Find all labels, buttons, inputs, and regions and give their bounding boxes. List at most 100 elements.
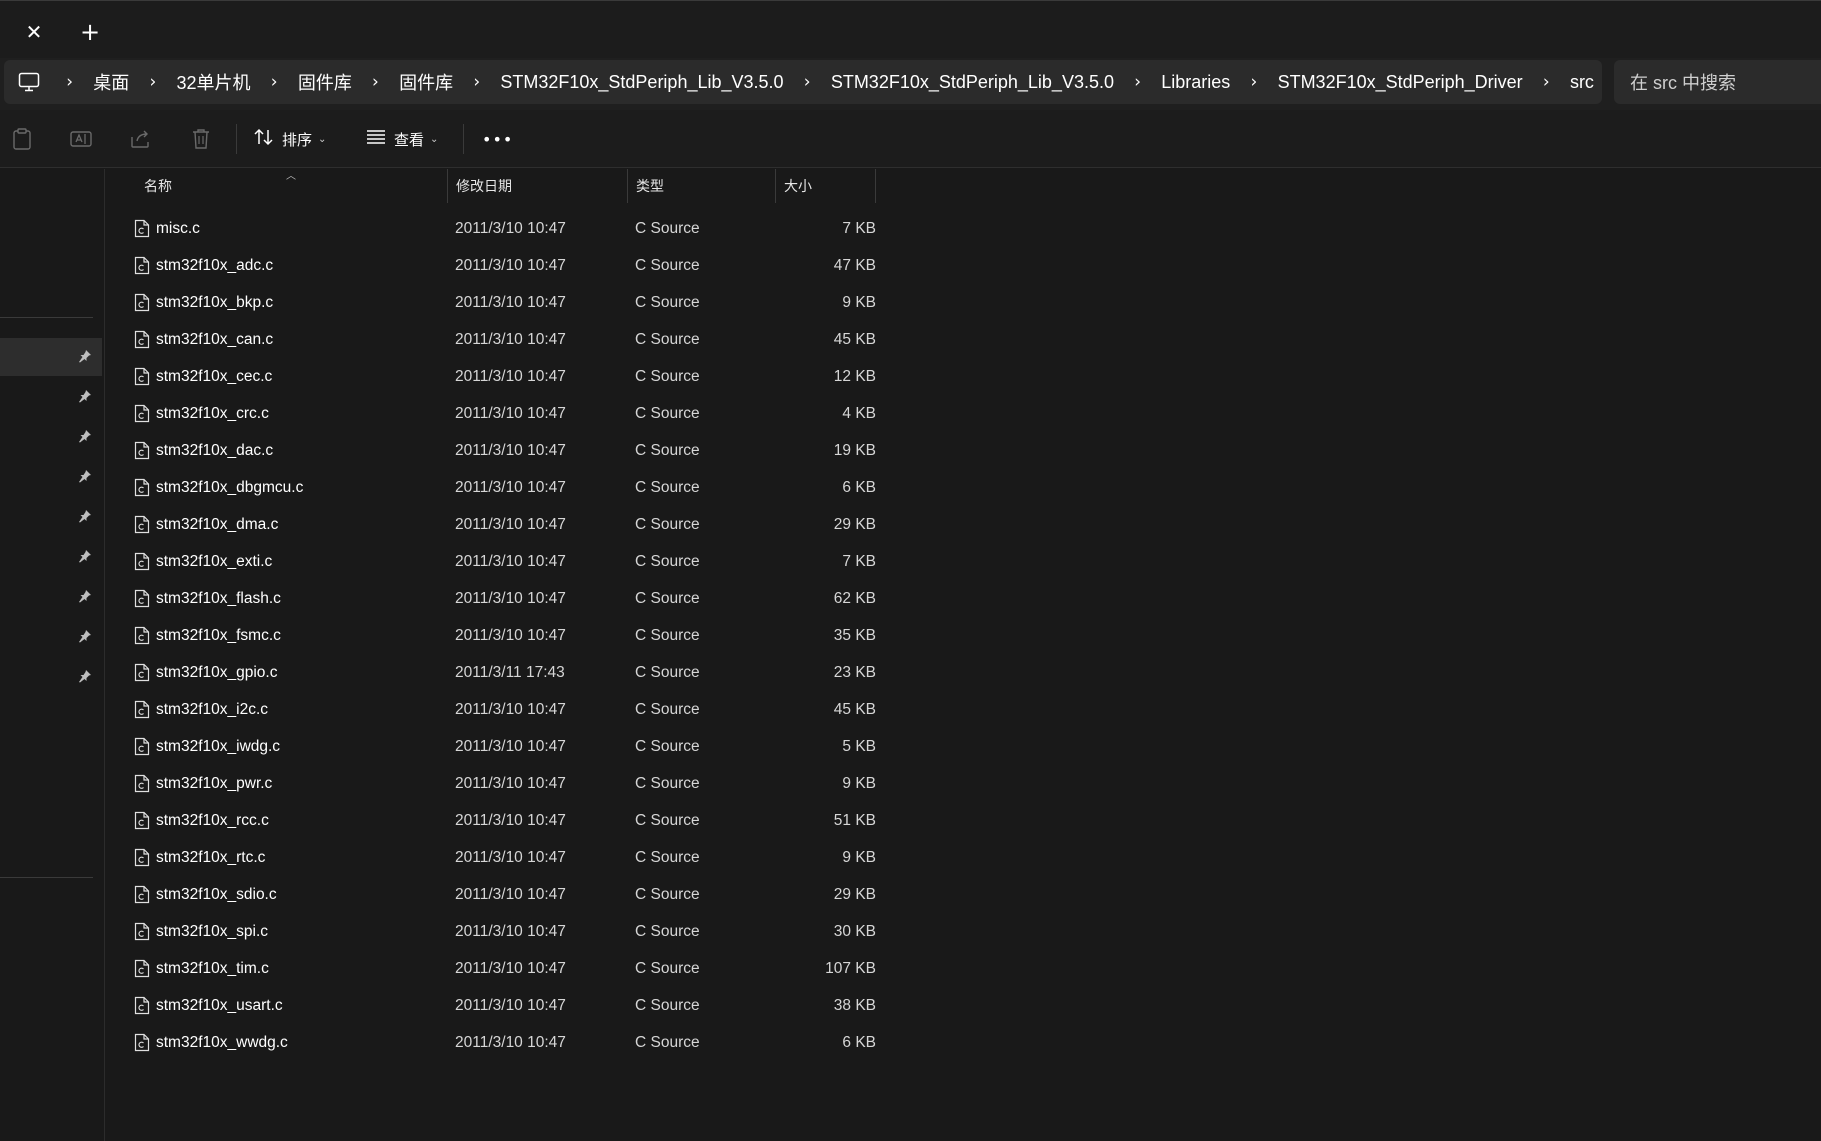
pin-icon[interactable] (78, 468, 94, 484)
breadcrumb-item[interactable]: STM32F10x_StdPeriph_Lib_V3.5.0 (823, 72, 1122, 93)
quick-access-item[interactable] (0, 578, 102, 616)
c-source-file-icon (134, 959, 150, 978)
c-source-file-icon (134, 589, 150, 608)
file-size: 35 KB (833, 626, 876, 644)
chevron-right-icon[interactable]: › (1250, 72, 1258, 92)
quick-access-item[interactable] (0, 538, 102, 576)
file-modified-date: 2011/3/10 10:47 (455, 811, 566, 829)
file-type: C Source (635, 330, 700, 348)
file-row[interactable]: stm32f10x_tim.c 2011/3/10 10:47 C Source 10… (126, 950, 886, 987)
pin-icon[interactable] (78, 588, 94, 604)
chevron-right-icon[interactable]: › (66, 72, 73, 92)
file-row[interactable]: stm32f10x_rcc.c 2011/3/10 10:47 C Source 51… (126, 802, 886, 839)
paste-icon[interactable] (5, 122, 39, 156)
quick-access-item[interactable] (0, 338, 102, 376)
file-row[interactable]: stm32f10x_usart.c 2011/3/10 10:47 C Source… (126, 987, 886, 1024)
breadcrumb[interactable]: › 桌面 › 32单片机 › 固件库 › 固件库 › STM32F10x_Std… (4, 60, 1602, 104)
file-row[interactable]: stm32f10x_rtc.c 2011/3/10 10:47 C Source 9 … (126, 839, 886, 876)
quick-access-item[interactable] (0, 498, 102, 536)
pin-icon[interactable] (78, 628, 94, 644)
file-row[interactable]: stm32f10x_dbgmcu.c 2011/3/10 10:47 C Sourc… (126, 469, 886, 506)
breadcrumb-item-current[interactable]: src (1562, 72, 1602, 93)
file-name: stm32f10x_usart.c (156, 996, 283, 1014)
file-row[interactable]: stm32f10x_bkp.c 2011/3/10 10:47 C Source 9 … (126, 284, 886, 321)
c-source-file-icon (134, 330, 150, 349)
file-name: stm32f10x_exti.c (156, 552, 273, 570)
view-button[interactable]: 查看 ⌄ (366, 122, 438, 156)
file-row[interactable]: misc.c 2011/3/10 10:47 C Source 7 KB (126, 210, 886, 247)
pin-icon[interactable] (78, 668, 94, 684)
file-name: stm32f10x_tim.c (156, 959, 269, 977)
pin-icon[interactable] (78, 348, 94, 364)
column-header-size[interactable]: 大小 (776, 169, 876, 203)
quick-access-item[interactable] (0, 458, 102, 496)
file-row[interactable]: stm32f10x_can.c 2011/3/10 10:47 C Source 45… (126, 321, 886, 358)
chevron-right-icon[interactable]: › (473, 72, 480, 92)
file-row[interactable]: stm32f10x_flash.c 2011/3/10 10:47 C Source… (126, 580, 886, 617)
more-options-button[interactable]: ••• (482, 122, 513, 156)
column-header-name[interactable]: 名称 ︿ (106, 169, 448, 203)
file-row[interactable]: stm32f10x_fsmc.c 2011/3/10 10:47 C Source 3… (126, 617, 886, 654)
column-header-type[interactable]: 类型 (628, 169, 776, 203)
file-row[interactable]: stm32f10x_i2c.c 2011/3/10 10:47 C Source 45… (126, 691, 886, 728)
file-row[interactable]: stm32f10x_wwdg.c 2011/3/10 10:47 C Source 6… (126, 1024, 886, 1061)
file-row[interactable]: stm32f10x_cec.c 2011/3/10 10:47 C Source 12… (126, 358, 886, 395)
chevron-right-icon[interactable]: › (804, 72, 811, 92)
c-source-file-icon (134, 552, 150, 571)
pin-icon[interactable] (78, 388, 94, 404)
file-type: C Source (635, 1033, 700, 1051)
file-size: 51 KB (833, 811, 876, 829)
file-modified-date: 2011/3/10 10:47 (455, 626, 566, 644)
computer-icon[interactable] (18, 67, 40, 97)
share-icon[interactable] (124, 122, 158, 156)
rename-icon[interactable] (64, 122, 98, 156)
breadcrumb-item[interactable]: 桌面 (85, 69, 137, 95)
breadcrumb-item[interactable]: STM32F10x_StdPeriph_Lib_V3.5.0 (492, 72, 791, 93)
quick-access-item[interactable] (0, 418, 102, 456)
file-name: misc.c (156, 219, 200, 237)
file-modified-date: 2011/3/10 10:47 (455, 330, 566, 348)
file-row[interactable]: stm32f10x_dma.c 2011/3/10 10:47 C Source 29… (126, 506, 886, 543)
c-source-file-icon (134, 293, 150, 312)
file-row[interactable]: stm32f10x_exti.c 2011/3/10 10:47 C Source 7… (126, 543, 886, 580)
chevron-right-icon[interactable]: › (149, 72, 156, 92)
quick-access-item[interactable] (0, 658, 102, 696)
file-row[interactable]: stm32f10x_sdio.c 2011/3/10 10:47 C Source 2… (126, 876, 886, 913)
delete-icon[interactable] (184, 122, 218, 156)
breadcrumb-item[interactable]: 固件库 (290, 69, 360, 95)
file-row[interactable]: stm32f10x_pwr.c 2011/3/10 10:47 C Source 9 … (126, 765, 886, 802)
chevron-right-icon[interactable]: › (1134, 72, 1141, 92)
new-tab-button[interactable]: + (70, 15, 110, 49)
pin-icon[interactable] (78, 508, 94, 524)
file-row[interactable]: stm32f10x_dac.c 2011/3/10 10:47 C Source 19… (126, 432, 886, 469)
file-size: 9 KB (842, 774, 876, 792)
quick-access-item[interactable] (0, 378, 102, 416)
c-source-file-icon (134, 256, 150, 275)
search-input[interactable]: 在 src 中搜索 (1614, 60, 1821, 104)
file-name: stm32f10x_i2c.c (156, 700, 268, 718)
file-modified-date: 2011/3/10 10:47 (455, 700, 566, 718)
file-row[interactable]: stm32f10x_spi.c 2011/3/10 10:47 C Source 30… (126, 913, 886, 950)
pin-icon[interactable] (78, 548, 94, 564)
file-row[interactable]: stm32f10x_gpio.c 2011/3/11 17:43 C Source 2… (126, 654, 886, 691)
file-type: C Source (635, 219, 700, 237)
breadcrumb-item[interactable]: STM32F10x_StdPeriph_Driver (1270, 72, 1531, 93)
close-tab-icon[interactable]: ✕ (14, 15, 54, 49)
sort-button[interactable]: 排序 ⌄ (254, 122, 326, 156)
chevron-right-icon[interactable]: › (271, 72, 278, 92)
file-modified-date: 2011/3/10 10:47 (455, 885, 566, 903)
chevron-right-icon[interactable]: › (1543, 72, 1550, 92)
file-row[interactable]: stm32f10x_iwdg.c 2011/3/10 10:47 C Source 5… (126, 728, 886, 765)
file-row[interactable]: stm32f10x_adc.c 2011/3/10 10:47 C Source 47… (126, 247, 886, 284)
file-row[interactable]: stm32f10x_crc.c 2011/3/10 10:47 C Source 4 … (126, 395, 886, 432)
chevron-right-icon[interactable]: › (372, 72, 379, 92)
breadcrumb-item[interactable]: 32单片机 (169, 69, 259, 95)
pin-icon[interactable] (78, 428, 94, 444)
file-modified-date: 2011/3/10 10:47 (455, 552, 566, 570)
column-header-date[interactable]: 修改日期 (448, 169, 628, 203)
breadcrumb-item[interactable]: Libraries (1153, 72, 1238, 93)
file-type: C Source (635, 589, 700, 607)
breadcrumb-item[interactable]: 固件库 (391, 69, 461, 95)
quick-access-item[interactable] (0, 618, 102, 656)
file-modified-date: 2011/3/10 10:47 (455, 996, 566, 1014)
